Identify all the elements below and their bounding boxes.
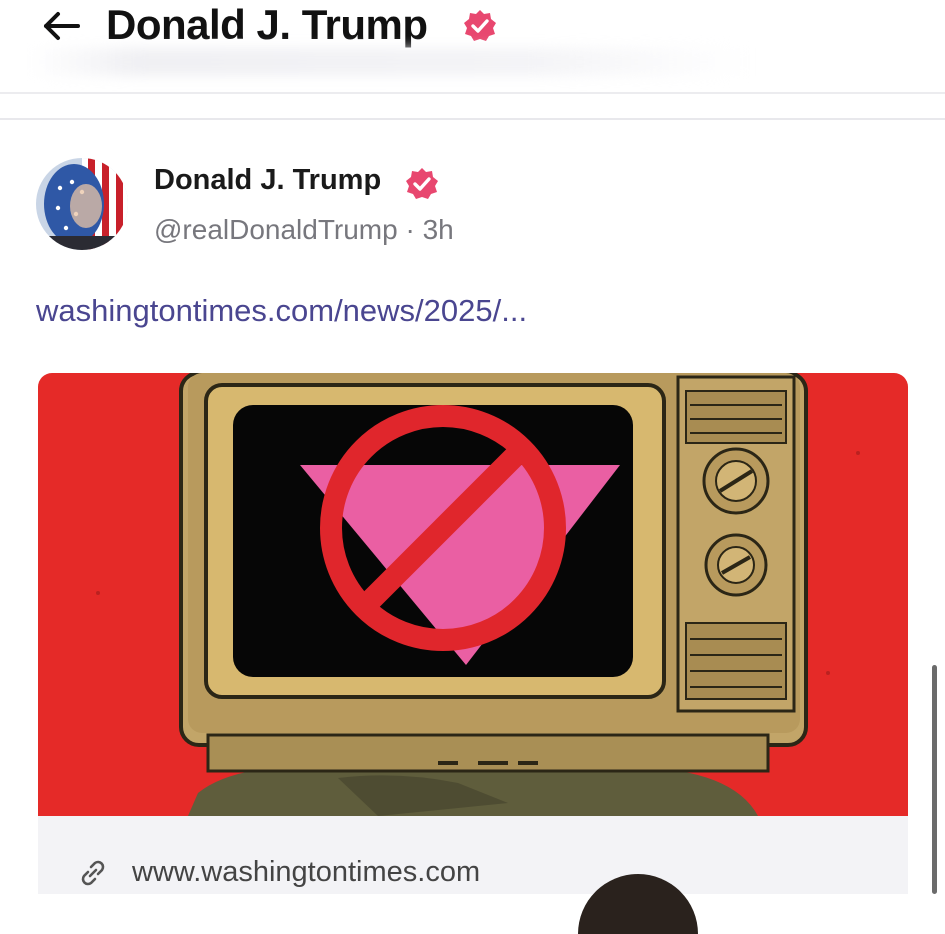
top-bar: Donald J. Trump xyxy=(0,0,945,92)
link-card-image[interactable] xyxy=(38,373,908,816)
arrow-left-icon[interactable] xyxy=(38,6,86,46)
link-card-domain: www.washingtontimes.com xyxy=(132,856,481,888)
page-title: Donald J. Trump xyxy=(106,1,428,48)
avatar[interactable] xyxy=(36,158,128,250)
post-time: · 3h xyxy=(405,214,454,245)
author-meta: @realDonaldTrump · 3h xyxy=(154,214,454,246)
divider xyxy=(0,118,945,120)
verified-badge-icon xyxy=(406,168,438,199)
author-name[interactable]: Donald J. Trump xyxy=(154,164,381,197)
author-handle[interactable]: @realDonaldTrump xyxy=(154,214,398,245)
scrollbar[interactable] xyxy=(932,665,937,894)
blurred-subtitle xyxy=(30,48,750,76)
link-card-thumbnail xyxy=(578,874,698,934)
link-card-footer[interactable]: www.washingtontimes.com xyxy=(38,816,908,934)
verified-badge-icon xyxy=(464,10,496,41)
link-icon xyxy=(81,860,105,886)
post-link[interactable]: washingtontimes.com/news/2025/... xyxy=(36,293,527,329)
divider xyxy=(0,92,945,94)
